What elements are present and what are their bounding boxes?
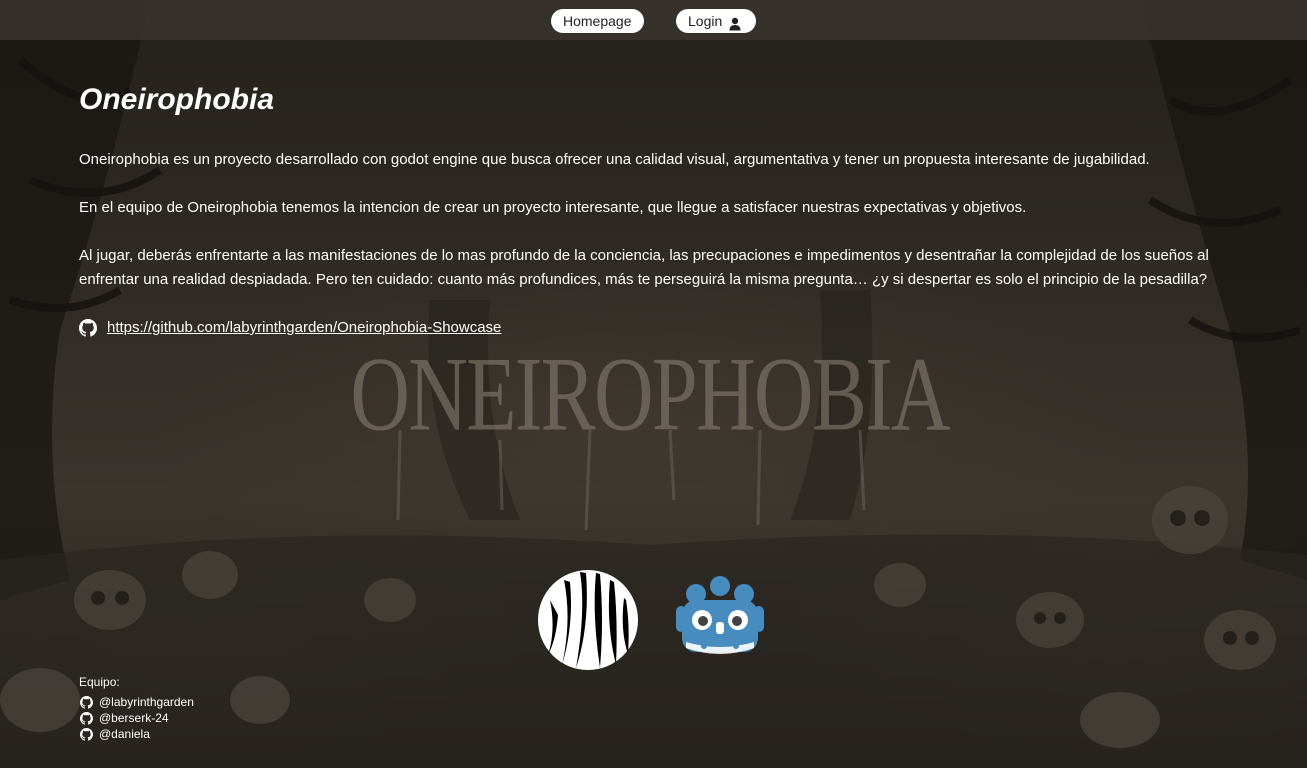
team-member-link[interactable]: @daniela: [79, 726, 194, 742]
login-button-label: Login: [688, 13, 723, 29]
user-icon: [728, 14, 742, 31]
oneirophobia-logo[interactable]: [538, 570, 638, 670]
description-paragraph: Al jugar, deberás enfrentarte a las mani…: [79, 247, 1209, 288]
team-member-name: @labyrinthgarden: [99, 695, 194, 709]
team-member-name: @berserk-24: [99, 711, 169, 725]
logos-row: [538, 570, 768, 670]
description-paragraph: En el equipo de Oneirophobia tenemos la …: [79, 199, 1027, 216]
godot-logo[interactable]: [674, 576, 766, 664]
description-paragraph: Oneirophobia es un proyecto desarrollado…: [79, 151, 1150, 168]
team-label: Equipo:: [79, 675, 120, 689]
github-icon: [80, 695, 93, 709]
page-title: Oneirophobia: [79, 83, 274, 116]
homepage-button-label: Homepage: [563, 13, 632, 29]
homepage-button[interactable]: Homepage: [551, 9, 644, 33]
github-icon: [79, 319, 97, 337]
top-navbar: Homepage Login: [0, 0, 1307, 40]
team-footer: Equipo: @labyrinthgarden @berserk-24 @da…: [79, 674, 194, 742]
repository-link[interactable]: https://github.com/labyrinthgarden/Oneir…: [107, 316, 501, 340]
repository-row: https://github.com/labyrinthgarden/Oneir…: [79, 316, 1229, 340]
login-button[interactable]: Login: [676, 9, 756, 33]
github-icon: [80, 727, 93, 741]
team-member-link[interactable]: @berserk-24: [79, 710, 194, 726]
team-member-name: @daniela: [99, 727, 150, 741]
github-icon: [80, 711, 93, 725]
main-content: Oneirophobia Oneirophobia es un proyecto…: [79, 40, 1229, 340]
team-member-link[interactable]: @labyrinthgarden: [79, 694, 194, 710]
